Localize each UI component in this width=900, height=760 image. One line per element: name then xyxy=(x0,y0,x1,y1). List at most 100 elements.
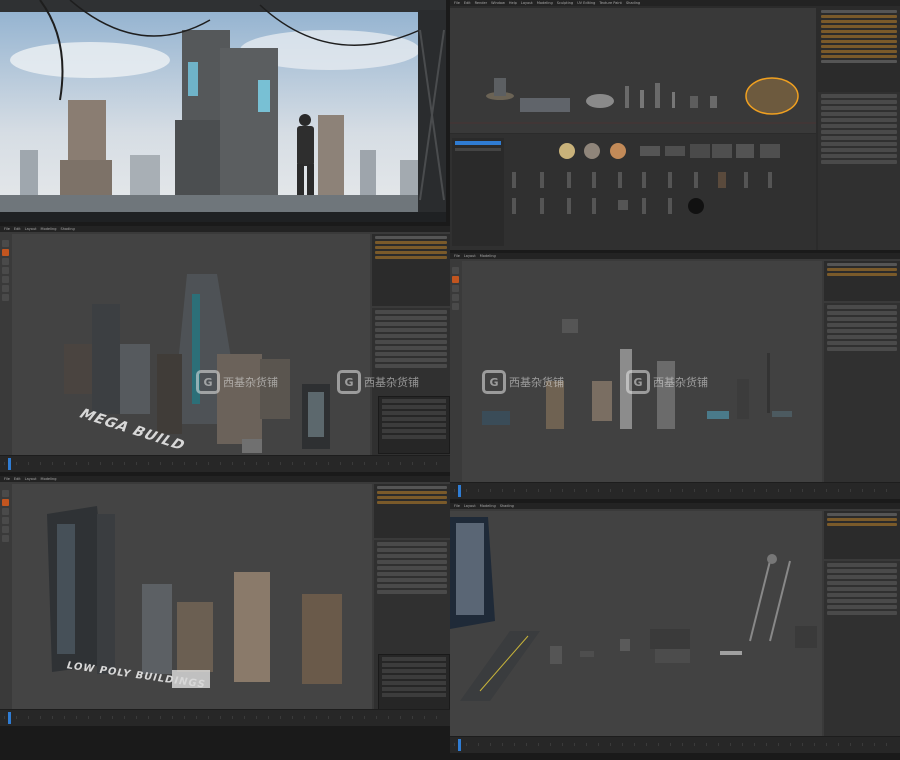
top-menu-bar-2: File Edit Layout Modeling Shading xyxy=(0,226,450,232)
move-tool[interactable] xyxy=(452,285,459,292)
outliner-panel-4[interactable] xyxy=(374,484,450,538)
move-tool[interactable] xyxy=(2,258,9,265)
properties-panel-3[interactable] xyxy=(824,303,900,483)
tab-layout[interactable]: Layout xyxy=(464,504,476,508)
toolbar-3 xyxy=(452,267,459,310)
mega-buildings-scene xyxy=(64,274,330,453)
scale-tool[interactable] xyxy=(2,526,9,533)
low-poly-panel: File Edit Layout Modeling LOW POLY BUILD… xyxy=(0,476,450,726)
menu-edit[interactable]: Edit xyxy=(14,477,21,481)
tab-modeling[interactable]: Modeling xyxy=(537,1,553,5)
tab-sculpting[interactable]: Sculpting xyxy=(557,1,573,5)
tab-modeling[interactable]: Modeling xyxy=(41,227,57,231)
top-menu-bar-4: File Edit Layout Modeling xyxy=(0,476,450,482)
tab-uv-editing[interactable]: UV Editing xyxy=(577,1,595,5)
cursor-tool[interactable] xyxy=(2,499,9,506)
city-render-panel xyxy=(0,0,446,222)
properties-panel-5[interactable] xyxy=(824,561,900,737)
watermark-4: G 西基杂货铺 xyxy=(626,370,708,394)
top-menu-bar: File Edit Render Window Help Layout Mode… xyxy=(450,0,900,6)
menu-file[interactable]: File xyxy=(454,1,460,5)
move-tool[interactable] xyxy=(2,508,9,515)
watermark-2: G 西基杂货铺 xyxy=(337,370,419,394)
context-menu[interactable] xyxy=(378,396,450,454)
viewport-3d-lowpoly[interactable] xyxy=(12,484,372,710)
watermark-logo-icon: G xyxy=(626,370,650,394)
rotate-tool[interactable] xyxy=(2,517,9,524)
tab-layout[interactable]: Layout xyxy=(25,227,37,231)
annotate-tool[interactable] xyxy=(2,294,9,301)
menu-help[interactable]: Help xyxy=(509,1,517,5)
viewport-3d[interactable] xyxy=(450,8,816,133)
viewport-asset-row xyxy=(450,77,816,124)
playhead[interactable] xyxy=(458,485,461,497)
watermark-logo-icon: G xyxy=(482,370,506,394)
watermark-1: G 西基杂货铺 xyxy=(196,370,278,394)
watermark-3: G 西基杂货铺 xyxy=(482,370,564,394)
select-tool[interactable] xyxy=(2,240,9,247)
rotate-tool[interactable] xyxy=(2,267,9,274)
asset-browser-panel: File Edit Render Window Help Layout Mode… xyxy=(450,0,900,250)
viewport-3d-street[interactable] xyxy=(450,511,822,737)
toolbar-4 xyxy=(2,490,9,542)
street-props-scene xyxy=(450,517,817,701)
select-tool[interactable] xyxy=(452,267,459,274)
menu-render[interactable]: Render xyxy=(475,1,487,5)
transform-tool[interactable] xyxy=(2,285,9,292)
tab-layout[interactable]: Layout xyxy=(25,477,37,481)
select-tool[interactable] xyxy=(2,490,9,497)
scale-tool[interactable] xyxy=(2,276,9,283)
context-menu-4[interactable] xyxy=(378,654,450,710)
mega-buildings-panel: File Edit Layout Modeling Shading MEGA B… xyxy=(0,226,450,472)
watermark-text: 西基杂货铺 xyxy=(364,376,419,389)
transform-tool[interactable] xyxy=(2,535,9,542)
playhead[interactable] xyxy=(458,739,461,751)
watermark-text: 西基杂货铺 xyxy=(223,376,278,389)
tab-texture-paint[interactable]: Texture Paint xyxy=(599,1,622,5)
playhead[interactable] xyxy=(8,712,11,724)
asset-browser[interactable] xyxy=(450,134,816,250)
street-props-panel: File Layout Modeling Shading xyxy=(450,503,900,753)
outliner-panel-2[interactable] xyxy=(372,234,450,306)
timeline[interactable] xyxy=(0,455,450,472)
outliner-panel[interactable] xyxy=(818,8,900,90)
viewport-3d-mega[interactable] xyxy=(12,234,370,456)
menu-window[interactable]: Window xyxy=(491,1,505,5)
tab-modeling[interactable]: Modeling xyxy=(41,477,57,481)
top-menu-bar-3: File Layout Modeling xyxy=(450,253,900,259)
outliner-panel-3[interactable] xyxy=(824,261,900,301)
tab-modeling[interactable]: Modeling xyxy=(480,254,496,258)
top-menu-bar-5: File Layout Modeling Shading xyxy=(450,503,900,509)
outliner-panel-5[interactable] xyxy=(824,511,900,559)
menu-file[interactable]: File xyxy=(4,477,10,481)
timeline-3[interactable] xyxy=(450,482,900,499)
tab-shading[interactable]: Shading xyxy=(626,1,640,5)
tab-layout[interactable]: Layout xyxy=(521,1,533,5)
tab-shading[interactable]: Shading xyxy=(500,504,514,508)
timeline-5[interactable] xyxy=(450,736,900,753)
cursor-tool[interactable] xyxy=(452,276,459,283)
low-poly-scene xyxy=(47,506,342,688)
properties-panel[interactable] xyxy=(818,92,900,250)
cursor-tool[interactable] xyxy=(2,249,9,256)
city-render-image xyxy=(0,0,446,222)
menu-edit[interactable]: Edit xyxy=(464,1,471,5)
tab-layout[interactable]: Layout xyxy=(464,254,476,258)
rotate-tool[interactable] xyxy=(452,294,459,301)
watermark-text: 西基杂货铺 xyxy=(509,376,564,389)
asset-thumbnail-grid[interactable] xyxy=(450,134,816,250)
watermark-logo-icon: G xyxy=(337,370,361,394)
tab-modeling[interactable]: Modeling xyxy=(480,504,496,508)
timeline-4[interactable] xyxy=(0,709,450,726)
tab-shading[interactable]: Shading xyxy=(60,227,74,231)
menu-file[interactable]: File xyxy=(4,227,10,231)
menu-file[interactable]: File xyxy=(454,504,460,508)
toolbar xyxy=(2,240,9,301)
scale-tool[interactable] xyxy=(452,303,459,310)
watermark-text: 西基杂货铺 xyxy=(653,376,708,389)
watermark-logo-icon: G xyxy=(196,370,220,394)
playhead[interactable] xyxy=(8,458,11,470)
menu-edit[interactable]: Edit xyxy=(14,227,21,231)
menu-file[interactable]: File xyxy=(454,254,460,258)
asset-catalog-list[interactable] xyxy=(452,138,504,246)
